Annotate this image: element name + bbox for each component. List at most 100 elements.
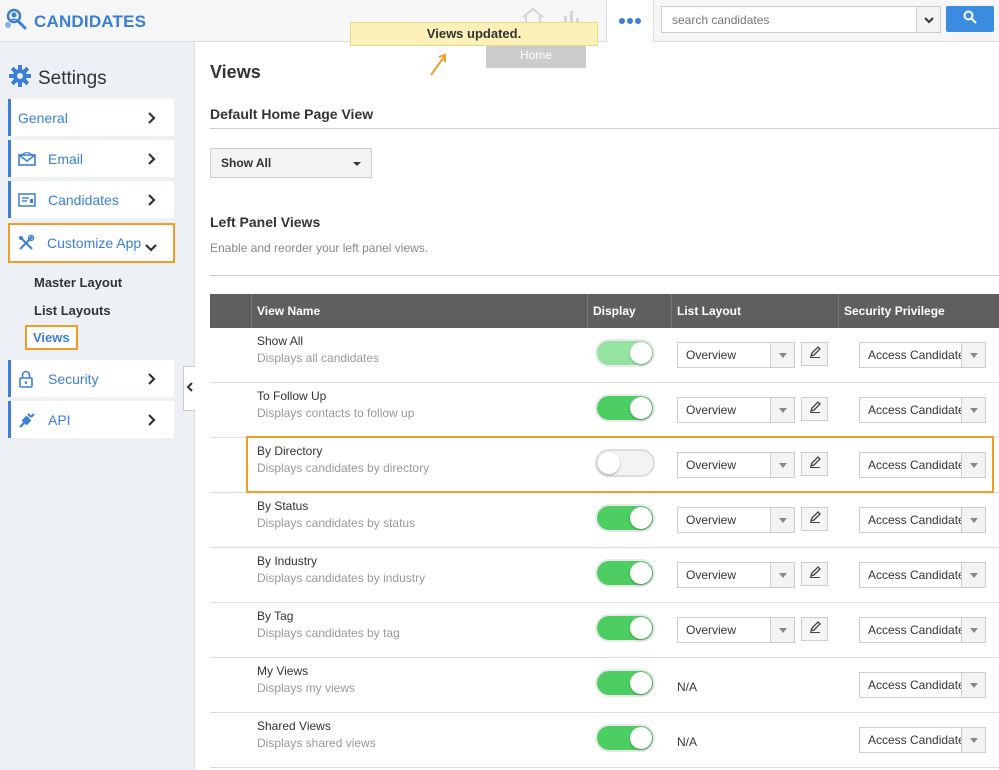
search-icon — [963, 10, 977, 29]
table-row: Shared Views Displays shared views N/A Acce… — [210, 713, 999, 768]
search-filter-dropdown[interactable] — [916, 6, 941, 33]
caret-down-icon — [770, 563, 794, 587]
table-row: My Views Displays my views N/A Access Candi… — [210, 658, 999, 713]
toggle-knob — [630, 562, 652, 584]
list-layout-select[interactable]: Overview — [677, 507, 795, 533]
view-name: By Status — [257, 499, 309, 513]
list-layout-select[interactable]: Overview — [677, 617, 795, 643]
page-title: Views — [210, 62, 261, 82]
list-layout-value: Overview — [686, 513, 737, 527]
view-description: Displays shared views — [257, 736, 376, 750]
left-panel-heading: Left Panel Views — [210, 214, 321, 230]
toggle-knob — [630, 727, 652, 749]
default-view-heading: Default Home Page View — [210, 106, 374, 122]
view-name: Show All — [257, 334, 304, 348]
candidates-logo-icon — [4, 8, 28, 35]
more-dots-icon — [619, 12, 641, 30]
list-layout-select[interactable]: Overview — [677, 342, 795, 368]
view-description: Displays candidates by status — [257, 516, 416, 530]
display-toggle[interactable] — [595, 669, 655, 697]
display-toggle[interactable] — [595, 394, 655, 422]
list-layout-select[interactable]: Overview — [677, 562, 795, 588]
sidebar-item-email[interactable]: Email — [8, 140, 174, 177]
toggle-knob — [630, 672, 652, 694]
sidebar-item-api[interactable]: API — [8, 401, 174, 438]
edit-layout-button[interactable] — [801, 507, 828, 531]
display-toggle[interactable] — [595, 504, 655, 532]
view-name: By Tag — [257, 609, 294, 623]
security-privilege-value: Access Candidates — [868, 348, 971, 362]
edit-layout-button[interactable] — [801, 562, 828, 586]
list-layout-select[interactable]: Overview — [677, 452, 795, 478]
edit-layout-button[interactable] — [801, 397, 828, 421]
security-privilege-select[interactable]: Access Candidates — [859, 617, 986, 643]
settings-title-text: Settings — [38, 68, 107, 89]
display-toggle[interactable] — [595, 339, 655, 367]
toggle-knob — [630, 507, 652, 529]
security-privilege-select[interactable]: Access Candidates — [859, 452, 986, 478]
caret-down-icon — [961, 453, 985, 477]
header-view-name: View Name — [251, 294, 587, 328]
subnav-views[interactable]: Views — [25, 325, 78, 350]
security-privilege-value: Access Candidates — [868, 403, 971, 417]
header-display: Display — [587, 294, 671, 328]
brand-name: CANDIDATES — [34, 11, 147, 31]
list-layout-select[interactable]: Overview — [677, 397, 795, 423]
default-view-select[interactable]: Show All — [210, 148, 372, 178]
sidebar-collapse-toggle[interactable] — [183, 366, 195, 411]
sidebar-item-general[interactable]: General — [8, 99, 174, 136]
caret-down-icon — [961, 618, 985, 642]
sidebar-item-candidates[interactable]: Candidates — [8, 181, 174, 218]
chevron-right-icon — [148, 111, 156, 127]
subnav-list-layouts[interactable]: List Layouts — [34, 303, 111, 318]
toggle-knob — [598, 452, 620, 474]
edit-layout-button[interactable] — [801, 452, 828, 476]
more-menu-button[interactable] — [606, 0, 654, 42]
display-toggle[interactable] — [595, 614, 655, 642]
view-description: Displays contacts to follow up — [257, 406, 415, 420]
caret-down-icon — [770, 398, 794, 422]
sidebar-item-customize-app[interactable]: Customize App — [8, 223, 175, 263]
subnav-master-layout[interactable]: Master Layout — [34, 275, 122, 290]
brand[interactable]: CANDIDATES — [4, 8, 146, 35]
chevron-right-icon — [148, 193, 156, 209]
list-card-icon — [18, 192, 40, 207]
display-toggle[interactable] — [595, 449, 655, 477]
list-layout-value: Overview — [686, 403, 737, 417]
caret-down-icon — [770, 453, 794, 477]
edit-layout-button[interactable] — [801, 617, 828, 641]
search-input[interactable] — [661, 6, 917, 33]
caret-down-icon — [961, 563, 985, 587]
settings-sidebar: Settings General Email Candidates Custom… — [0, 42, 195, 770]
display-toggle[interactable] — [595, 559, 655, 587]
envelope-icon — [18, 151, 40, 166]
caret-down-icon — [961, 398, 985, 422]
security-privilege-select[interactable]: Access Candidates — [859, 672, 986, 698]
view-name: Shared Views — [257, 719, 331, 733]
view-name: By Directory — [257, 444, 323, 458]
list-layout-value: Overview — [686, 623, 737, 637]
tools-icon — [17, 234, 39, 252]
sidebar-item-label: General — [18, 109, 68, 126]
security-privilege-select[interactable]: Access Candidates — [859, 507, 986, 533]
views-table-header: View Name Display List Layout Security P… — [210, 294, 999, 328]
table-row: By Directory Displays candidates by direc… — [210, 438, 999, 493]
search-button[interactable] — [946, 6, 994, 32]
caret-down-icon — [770, 508, 794, 532]
sidebar-item-label: Customize App — [47, 235, 142, 251]
sidebar-item-security[interactable]: Security — [8, 360, 174, 397]
security-privilege-value: Access Candidates — [868, 513, 971, 527]
security-privilege-select[interactable]: Access Candidates — [859, 397, 986, 423]
table-row: Show All Displays all candidates Overview A… — [210, 328, 999, 383]
toggle-knob — [630, 397, 652, 419]
security-privilege-select[interactable]: Access Candidates — [859, 727, 986, 753]
sidebar-item-label: Email — [48, 150, 84, 167]
pencil-icon — [809, 455, 821, 473]
table-row: By Tag Displays candidates by tag Overview… — [210, 603, 999, 658]
edit-layout-button[interactable] — [801, 342, 828, 366]
security-privilege-select[interactable]: Access Candidates — [859, 342, 986, 368]
view-name: To Follow Up — [257, 389, 327, 403]
list-layout-na: N/A — [677, 680, 698, 694]
security-privilege-select[interactable]: Access Candidates — [859, 562, 986, 588]
display-toggle[interactable] — [595, 724, 655, 752]
